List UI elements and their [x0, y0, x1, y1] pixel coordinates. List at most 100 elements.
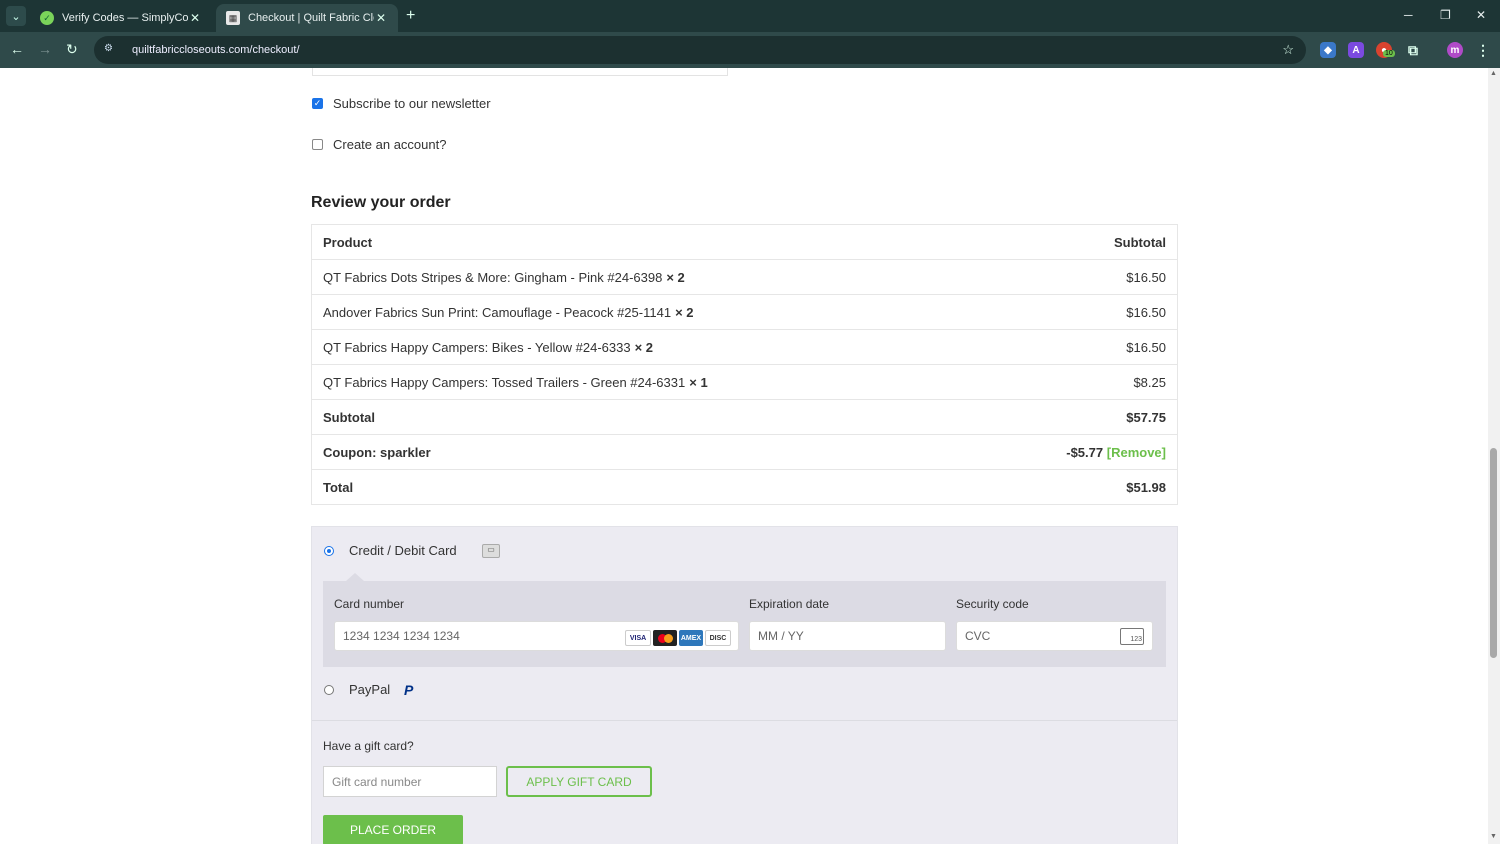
total-label: Total — [311, 469, 978, 505]
scrollbar-thumb[interactable] — [1490, 448, 1497, 658]
restore-icon[interactable]: ❐ — [1440, 8, 1451, 22]
newsletter-checkbox-row[interactable]: ✓ Subscribe to our newsletter — [312, 96, 491, 111]
security-code-label: Security code — [956, 597, 1029, 611]
address-bar[interactable]: ⚙ quiltfabriccloseouts.com/checkout/ ☆ — [94, 36, 1306, 64]
total-value: $51.98 — [977, 469, 1178, 505]
product-price: $8.25 — [977, 364, 1178, 400]
card-number-label: Card number — [334, 597, 405, 611]
paypal-radio[interactable] — [324, 685, 334, 695]
panel-notch — [346, 573, 364, 581]
product-name: QT Fabrics Dots Stripes & More: Gingham … — [323, 269, 663, 285]
table-header-row: Product Subtotal — [311, 224, 1178, 260]
previous-field-edge — [312, 68, 728, 76]
table-row: QT Fabrics Dots Stripes & More: Gingham … — [311, 259, 1178, 295]
paypal-option-label[interactable]: PayPal — [349, 682, 390, 697]
divider — [312, 720, 1177, 721]
visa-icon: VISA — [625, 630, 651, 646]
profile-avatar[interactable]: m — [1447, 42, 1463, 58]
payment-methods: Credit / Debit Card ▭ Card number 1234 1… — [311, 526, 1178, 844]
menu-kebab-icon[interactable]: ⋮ — [1475, 42, 1491, 58]
coupon-discount: -$5.77 — [1066, 444, 1104, 460]
close-window-icon[interactable]: ✕ — [1476, 8, 1486, 22]
close-icon[interactable]: ✕ — [188, 11, 202, 25]
gift-card-input[interactable]: Gift card number — [323, 766, 497, 797]
subtotal-column-header: Subtotal — [977, 224, 1178, 260]
product-qty: × 2 — [675, 304, 694, 320]
subtotal-value: $57.75 — [977, 399, 1178, 435]
tab-title: Verify Codes — SimplyCodes — [62, 12, 188, 24]
table-row: QT Fabrics Happy Campers: Bikes - Yellow… — [311, 329, 1178, 365]
subtotal-label: Subtotal — [311, 399, 978, 435]
expiration-label: Expiration date — [749, 597, 830, 611]
coupon-row: Coupon: sparkler -$5.77 [Remove] — [311, 434, 1178, 470]
scroll-up-arrow-icon[interactable]: ▲ — [1490, 70, 1497, 77]
product-name: QT Fabrics Happy Campers: Tossed Trailer… — [323, 374, 686, 390]
quilt-fabric-icon: ▦ — [226, 11, 240, 25]
newsletter-label: Subscribe to our newsletter — [333, 96, 491, 111]
shield-extension-icon[interactable]: ◆ — [1320, 42, 1336, 58]
remove-coupon-link[interactable]: [Remove] — [1107, 445, 1166, 460]
letter-a-extension-icon[interactable]: A — [1348, 42, 1364, 58]
table-row: Andover Fabrics Sun Print: Camouflage - … — [311, 294, 1178, 330]
newsletter-checkbox[interactable]: ✓ — [312, 98, 323, 109]
browser-tab-bar: ⌄ ✓ Verify Codes — SimplyCodes ✕ ▦ Check… — [0, 0, 1500, 32]
page-scrollbar[interactable]: ▲ ▼ — [1488, 68, 1500, 844]
product-price: $16.50 — [977, 329, 1178, 365]
expiration-input[interactable]: MM / YY — [749, 621, 946, 651]
create-account-checkbox-row[interactable]: Create an account? — [312, 137, 446, 152]
mastercard-icon — [653, 630, 677, 646]
tab-title: Checkout | Quilt Fabric Closeou — [248, 12, 374, 24]
create-account-checkbox[interactable] — [312, 139, 323, 150]
forward-arrow-icon[interactable]: → — [38, 41, 52, 57]
discover-icon: DISC — [705, 630, 731, 646]
extension-badge: 10 — [1383, 50, 1395, 57]
card-details-panel: Card number 1234 1234 1234 1234 VISA AME… — [323, 581, 1166, 667]
order-review-table: Product Subtotal QT Fabrics Dots Stripes… — [311, 224, 1178, 505]
browser-toolbar: ← → ↻ ⚙ quiltfabriccloseouts.com/checkou… — [0, 32, 1500, 68]
card-number-placeholder: 1234 1234 1234 1234 — [343, 629, 460, 643]
card-option-label[interactable]: Credit / Debit Card — [349, 543, 457, 558]
table-row: QT Fabrics Happy Campers: Tossed Trailer… — [311, 364, 1178, 400]
create-account-label: Create an account? — [333, 137, 447, 152]
minimize-icon[interactable]: ─ — [1404, 8, 1413, 22]
coupon-label: Coupon: sparkler — [311, 434, 978, 470]
product-price: $16.50 — [977, 259, 1178, 295]
back-arrow-icon[interactable]: ← — [10, 41, 24, 57]
product-name: Andover Fabrics Sun Print: Camouflage - … — [323, 304, 672, 320]
security-code-input[interactable]: CVC 123 — [956, 621, 1153, 651]
reload-icon[interactable]: ↻ — [66, 41, 78, 58]
credit-card-icon: ▭ — [482, 544, 500, 558]
card-radio[interactable] — [324, 546, 334, 556]
scroll-down-arrow-icon[interactable]: ▼ — [1490, 833, 1497, 840]
close-icon[interactable]: ✕ — [374, 11, 388, 25]
new-tab-plus-icon[interactable]: + — [406, 7, 415, 25]
product-column-header: Product — [311, 224, 978, 260]
apply-gift-card-button[interactable]: APPLY GIFT CARD — [506, 766, 652, 797]
expiration-placeholder: MM / YY — [758, 629, 804, 643]
review-order-heading: Review your order — [311, 194, 451, 211]
product-qty: × 2 — [634, 339, 654, 355]
extensions-puzzle-icon[interactable]: ⧉ — [1405, 42, 1421, 58]
url-text: quiltfabriccloseouts.com/checkout/ — [132, 44, 300, 56]
amex-icon: AMEX — [679, 630, 703, 646]
gift-card-placeholder: Gift card number — [332, 774, 422, 789]
gift-card-label: Have a gift card? — [323, 739, 414, 753]
tab-search-icon[interactable]: ⌄ — [6, 6, 26, 26]
paypal-logo-icon: P — [404, 682, 414, 698]
bookmark-star-icon[interactable]: ☆ — [1282, 42, 1294, 58]
security-code-placeholder: CVC — [965, 629, 991, 643]
cvc-card-icon: 123 — [1120, 628, 1144, 645]
product-price: $16.50 — [977, 294, 1178, 330]
product-qty: × 2 — [666, 269, 685, 285]
site-info-icon[interactable]: ⚙ — [104, 43, 120, 57]
tab-checkout[interactable]: ▦ Checkout | Quilt Fabric Closeou ✕ — [216, 4, 398, 32]
product-qty: × 1 — [689, 374, 708, 390]
subtotal-row: Subtotal $57.75 — [311, 399, 1178, 435]
checkout-page: ✓ Subscribe to our newsletter Create an … — [0, 68, 1488, 844]
total-row: Total $51.98 — [311, 469, 1178, 505]
simplycodes-check-icon: ✓ — [40, 11, 54, 25]
place-order-button[interactable]: PLACE ORDER — [323, 815, 463, 844]
tab-simplycodes[interactable]: ✓ Verify Codes — SimplyCodes ✕ — [30, 4, 212, 32]
product-name: QT Fabrics Happy Campers: Bikes - Yellow… — [323, 339, 631, 355]
card-number-input[interactable]: 1234 1234 1234 1234 VISA AMEX DISC — [334, 621, 739, 651]
